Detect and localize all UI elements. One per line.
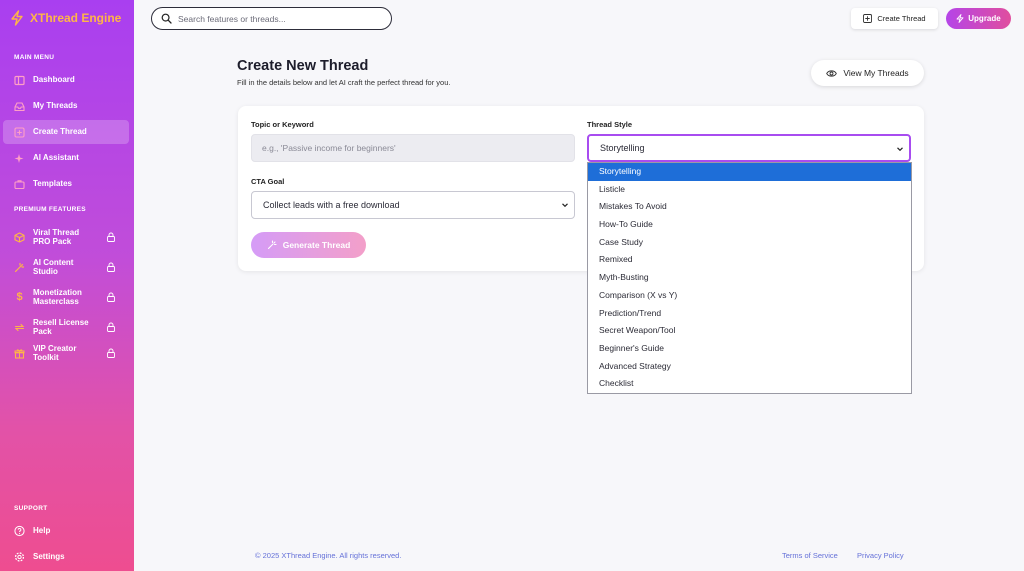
sidebar-item-dashboard[interactable]: Dashboard <box>3 68 129 92</box>
cta-goal-label: CTA Goal <box>251 177 285 186</box>
dropdown-option[interactable]: How-To Guide <box>588 216 911 234</box>
sidebar-item-templates[interactable]: Templates <box>3 172 129 196</box>
gear-icon <box>14 552 25 563</box>
sidebar-item-help[interactable]: Help <box>3 519 129 543</box>
dropdown-option[interactable]: Prediction/Trend <box>588 305 911 323</box>
plus-square-icon <box>14 126 25 138</box>
sidebar-item-ai-content-studio[interactable]: AI Content Studio <box>3 255 129 279</box>
dropdown-option[interactable]: Listicle <box>588 181 911 199</box>
dollar-icon: $ <box>16 291 23 303</box>
search-input[interactable] <box>178 13 378 24</box>
lock-icon <box>107 322 115 332</box>
lock-icon <box>107 348 115 358</box>
generate-thread-label: Generate Thread <box>282 240 351 250</box>
sidebar: XThread Engine MAIN MENU Dashboard My Th… <box>0 0 134 571</box>
sidebar-item-label: Viral Thread PRO Pack <box>33 227 80 246</box>
sidebar-item-resell-license-pack[interactable]: Resell License Pack <box>3 315 129 339</box>
copyright-text: © 2025 XThread Engine. All rights reserv… <box>255 551 402 560</box>
lock-icon <box>107 262 115 272</box>
wand-icon <box>267 240 277 250</box>
view-my-threads-label: View My Threads <box>843 68 909 78</box>
lightning-bolt-icon <box>956 14 964 23</box>
cta-goal-value: Collect leads with a free download <box>263 200 400 210</box>
help-circle-icon <box>14 525 25 537</box>
thread-style-dropdown[interactable]: Storytelling Listicle Mistakes To Avoid … <box>587 162 912 394</box>
thread-style-select[interactable]: Storytelling <box>587 134 911 162</box>
sidebar-item-label: AI Assistant <box>33 153 79 163</box>
dropdown-option[interactable]: Case Study <box>588 234 911 252</box>
sidebar-item-vip-creator-toolkit[interactable]: VIP Creator Toolkit <box>3 341 129 365</box>
brand-name: XThread Engine <box>30 11 122 25</box>
plus-square-icon <box>863 14 873 23</box>
lightning-bolt-icon <box>11 10 23 26</box>
sidebar-item-label: Monetization Masterclass <box>33 287 82 306</box>
sidebar-item-settings[interactable]: Settings <box>3 545 129 569</box>
dropdown-option[interactable]: Checklist <box>588 375 911 393</box>
wand-icon <box>14 262 25 273</box>
inbox-icon <box>14 101 25 112</box>
thread-style-label: Thread Style <box>587 120 633 129</box>
dropdown-option[interactable]: Remixed <box>588 251 911 269</box>
dropdown-option[interactable]: Myth-Busting <box>588 269 911 287</box>
generate-thread-button[interactable]: Generate Thread <box>251 232 366 258</box>
chevron-down-icon <box>897 147 903 152</box>
dropdown-option[interactable]: Beginner's Guide <box>588 340 911 358</box>
sidebar-item-label: Resell License Pack <box>33 317 89 336</box>
chevron-down-icon <box>562 203 568 208</box>
topic-input[interactable] <box>251 134 575 162</box>
create-thread-label: Create Thread <box>877 14 926 23</box>
search-icon <box>161 13 172 24</box>
sidebar-item-monetization-masterclass[interactable]: $ Monetization Masterclass <box>3 284 129 310</box>
sidebar-item-label: Create Thread <box>33 127 87 137</box>
sidebar-item-label: Help <box>33 526 51 536</box>
brand[interactable]: XThread Engine <box>10 10 130 26</box>
sidebar-item-label: My Threads <box>33 101 78 111</box>
create-thread-button[interactable]: Create Thread <box>851 8 938 29</box>
dropdown-option[interactable]: Storytelling <box>588 163 911 181</box>
package-icon <box>14 231 25 243</box>
repeat-icon <box>14 322 25 333</box>
sidebar-item-create-thread[interactable]: Create Thread <box>3 120 129 144</box>
sidebar-item-label: VIP Creator Toolkit <box>33 343 77 362</box>
dropdown-option[interactable]: Mistakes To Avoid <box>588 198 911 216</box>
dropdown-option[interactable]: Comparison (X vs Y) <box>588 287 911 305</box>
briefcase-icon <box>14 179 25 190</box>
upgrade-label: Upgrade <box>968 14 1001 23</box>
page-subtitle: Fill in the details below and let AI cra… <box>237 78 451 87</box>
support-label: SUPPORT <box>14 505 48 512</box>
sidebar-item-label: Dashboard <box>33 75 75 85</box>
privacy-policy-link[interactable]: Privacy Policy <box>857 551 904 560</box>
upgrade-button[interactable]: Upgrade <box>946 8 1011 29</box>
sparkles-icon <box>14 153 25 164</box>
sidebar-item-ai-assistant[interactable]: AI Assistant <box>3 146 129 170</box>
premium-features-label: PREMIUM FEATURES <box>14 206 86 213</box>
page-title: Create New Thread <box>237 58 369 74</box>
lock-icon <box>107 292 115 302</box>
layout-icon <box>14 75 25 86</box>
dropdown-option[interactable]: Secret Weapon/Tool <box>588 322 911 340</box>
sidebar-item-label: AI Content Studio <box>33 257 74 276</box>
eye-icon <box>826 69 838 77</box>
topic-label: Topic or Keyword <box>251 120 314 129</box>
thread-style-value: Storytelling <box>600 143 645 153</box>
sidebar-item-label: Templates <box>33 179 72 189</box>
main-menu-label: MAIN MENU <box>14 54 55 61</box>
view-my-threads-button[interactable]: View My Threads <box>811 60 924 86</box>
search-bar[interactable] <box>151 7 392 30</box>
cta-goal-select[interactable]: Collect leads with a free download <box>251 191 575 219</box>
dropdown-option[interactable]: Advanced Strategy <box>588 358 911 376</box>
gift-icon <box>14 348 25 359</box>
lock-icon <box>107 232 115 242</box>
sidebar-item-viral-thread-pro-pack[interactable]: Viral Thread PRO Pack <box>3 224 129 250</box>
terms-of-service-link[interactable]: Terms of Service <box>782 551 838 560</box>
sidebar-item-my-threads[interactable]: My Threads <box>3 94 129 118</box>
sidebar-item-label: Settings <box>33 552 65 562</box>
